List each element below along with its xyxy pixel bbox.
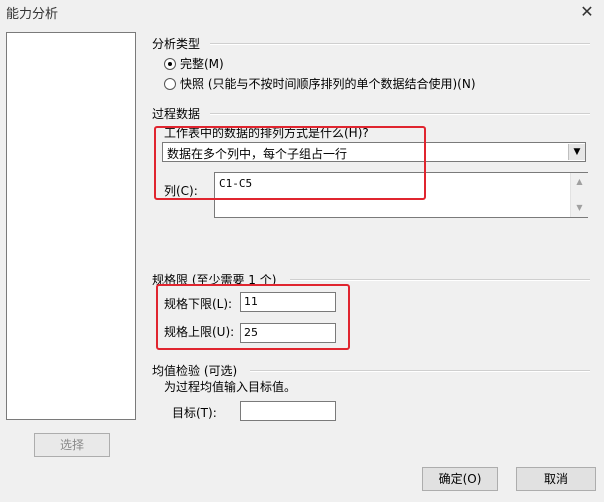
mean-test-heading: 均值检验 (可选): [152, 364, 238, 378]
target-label: 目标(T):: [172, 406, 217, 420]
mean-test-instruction: 为过程均值输入目标值。: [164, 380, 297, 394]
divider: [210, 113, 590, 115]
ok-button[interactable]: 确定(O): [422, 467, 498, 491]
divider: [210, 43, 590, 45]
divider: [290, 279, 590, 281]
radio-snapshot[interactable]: [164, 78, 176, 90]
variable-list[interactable]: [6, 32, 136, 420]
process-data-heading: 过程数据: [152, 107, 201, 121]
radio-complete[interactable]: [164, 58, 176, 70]
highlight-box-process-data: [154, 126, 426, 200]
radio-complete-label: 完整(M): [180, 57, 224, 71]
title-bar: [0, 0, 604, 24]
scroll-up-icon[interactable]: ▲: [571, 175, 588, 189]
chevron-down-icon[interactable]: ▼: [568, 144, 585, 160]
scrollbar[interactable]: ▲ ▼: [570, 173, 588, 217]
window-title: 能力分析: [6, 7, 59, 22]
select-button[interactable]: 选择: [34, 433, 110, 457]
divider: [250, 370, 590, 372]
analysis-type-heading: 分析类型: [152, 37, 201, 51]
scroll-down-icon[interactable]: ▼: [571, 201, 588, 215]
radio-snapshot-label: 快照 (只能与不按时间顺序排列的单个数据结合使用)(N): [180, 77, 476, 91]
cancel-button[interactable]: 取消: [516, 467, 596, 491]
highlight-box-spec-limits: [156, 284, 350, 350]
target-input[interactable]: [240, 401, 336, 421]
close-icon[interactable]: ✕: [576, 2, 598, 22]
